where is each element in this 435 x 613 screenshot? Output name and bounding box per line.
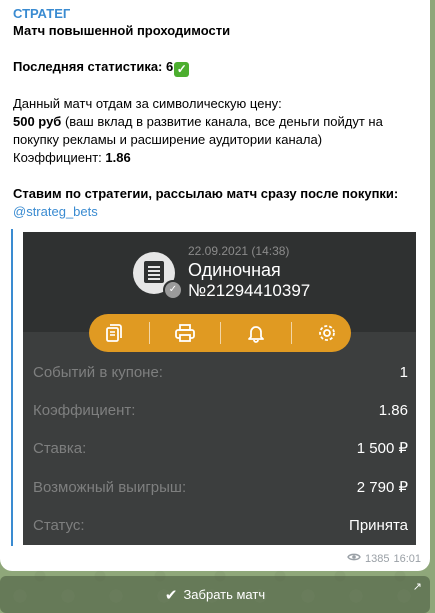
row-value: 2 790 ₽ [356, 479, 408, 496]
message-text: Матч повышенной проходимости Последняя с… [13, 22, 430, 221]
strategy-text: Ставим по стратегии, рассылаю матч сразу… [13, 186, 399, 201]
message-meta: 1385 16:01 [347, 552, 421, 565]
coupon-details: Событий в купоне: 1 Коэффициент: 1.86 Ст… [23, 332, 416, 545]
take-match-label: Забрать матч [183, 587, 266, 602]
price-note-2: покупку рекламы и расширение аудитории к… [13, 132, 323, 147]
row-value: 1 500 ₽ [356, 440, 408, 457]
channel-link[interactable]: @strateg_bets [13, 203, 430, 221]
coupon-row: Событий в купоне: 1 [33, 353, 408, 391]
coupon-type: Одиночная [188, 260, 281, 280]
row-label: Событий в купоне: [33, 363, 163, 381]
price: 500 руб [13, 114, 62, 129]
row-label: Возможный выигрыш: [33, 478, 187, 496]
copy-icon[interactable] [100, 319, 128, 347]
toolbar-divider [219, 322, 221, 344]
coupon-row: Ставка: 1 500 ₽ [33, 429, 408, 467]
coupon-number: №21294410397 [188, 281, 311, 300]
quote-bar [11, 229, 13, 546]
coef-line: Коэффициент: 1.86 [13, 149, 430, 167]
coupon-toolbar [89, 314, 351, 352]
coupon-row: Возможный выигрыш: 2 790 ₽ [33, 468, 408, 506]
view-count: 1385 [364, 552, 390, 565]
coef-value: 1.86 [105, 150, 131, 165]
coupon-row: Статус: Принята [33, 506, 408, 544]
intro-text: Данный матч отдам за символическую цену: [13, 96, 282, 111]
row-label: Коэффициент: [33, 401, 136, 419]
toolbar-divider [290, 322, 292, 344]
row-value: 1.86 [378, 401, 408, 419]
message-time: 16:01 [393, 552, 421, 565]
coupon-image[interactable]: ✓ 22.09.2021 (14:38) Одиночная №21294410… [23, 232, 416, 545]
stats-label: Последняя статистика: 6 [13, 59, 174, 74]
toolbar-divider [148, 322, 150, 344]
check-badge-icon: ✓ [163, 280, 183, 300]
check-icon: ✔ [164, 586, 178, 604]
post-title: Матч повышенной проходимости [13, 23, 231, 38]
channel-name[interactable]: СТРАТЕГ [13, 6, 430, 22]
stats-line: Последняя статистика: 6 ✓ [13, 58, 430, 77]
row-label: Ставка: [33, 439, 87, 457]
eye-icon [347, 552, 361, 565]
take-match-button[interactable]: ✔ Забрать матч ↗ [0, 576, 430, 613]
row-value: Принята [349, 516, 408, 534]
price-note-1: (ваш вклад в развитие канала, все деньги… [61, 114, 383, 129]
row-label: Статус: [33, 516, 85, 534]
check-emoji-icon: ✓ [174, 62, 190, 77]
gear-icon[interactable] [313, 319, 341, 347]
coupon-date: 22.09.2021 (14:38) [188, 244, 290, 258]
coef-label: Коэффициент: [13, 150, 106, 165]
row-value: 1 [399, 363, 408, 381]
print-icon[interactable] [171, 319, 199, 347]
open-link-arrow-icon: ↗ [412, 581, 422, 593]
bell-icon[interactable] [242, 319, 270, 347]
coupon-row: Коэффициент: 1.86 [33, 391, 408, 429]
price-line: 500 руб (ваш вклад в развитие канала, вс… [13, 113, 430, 131]
